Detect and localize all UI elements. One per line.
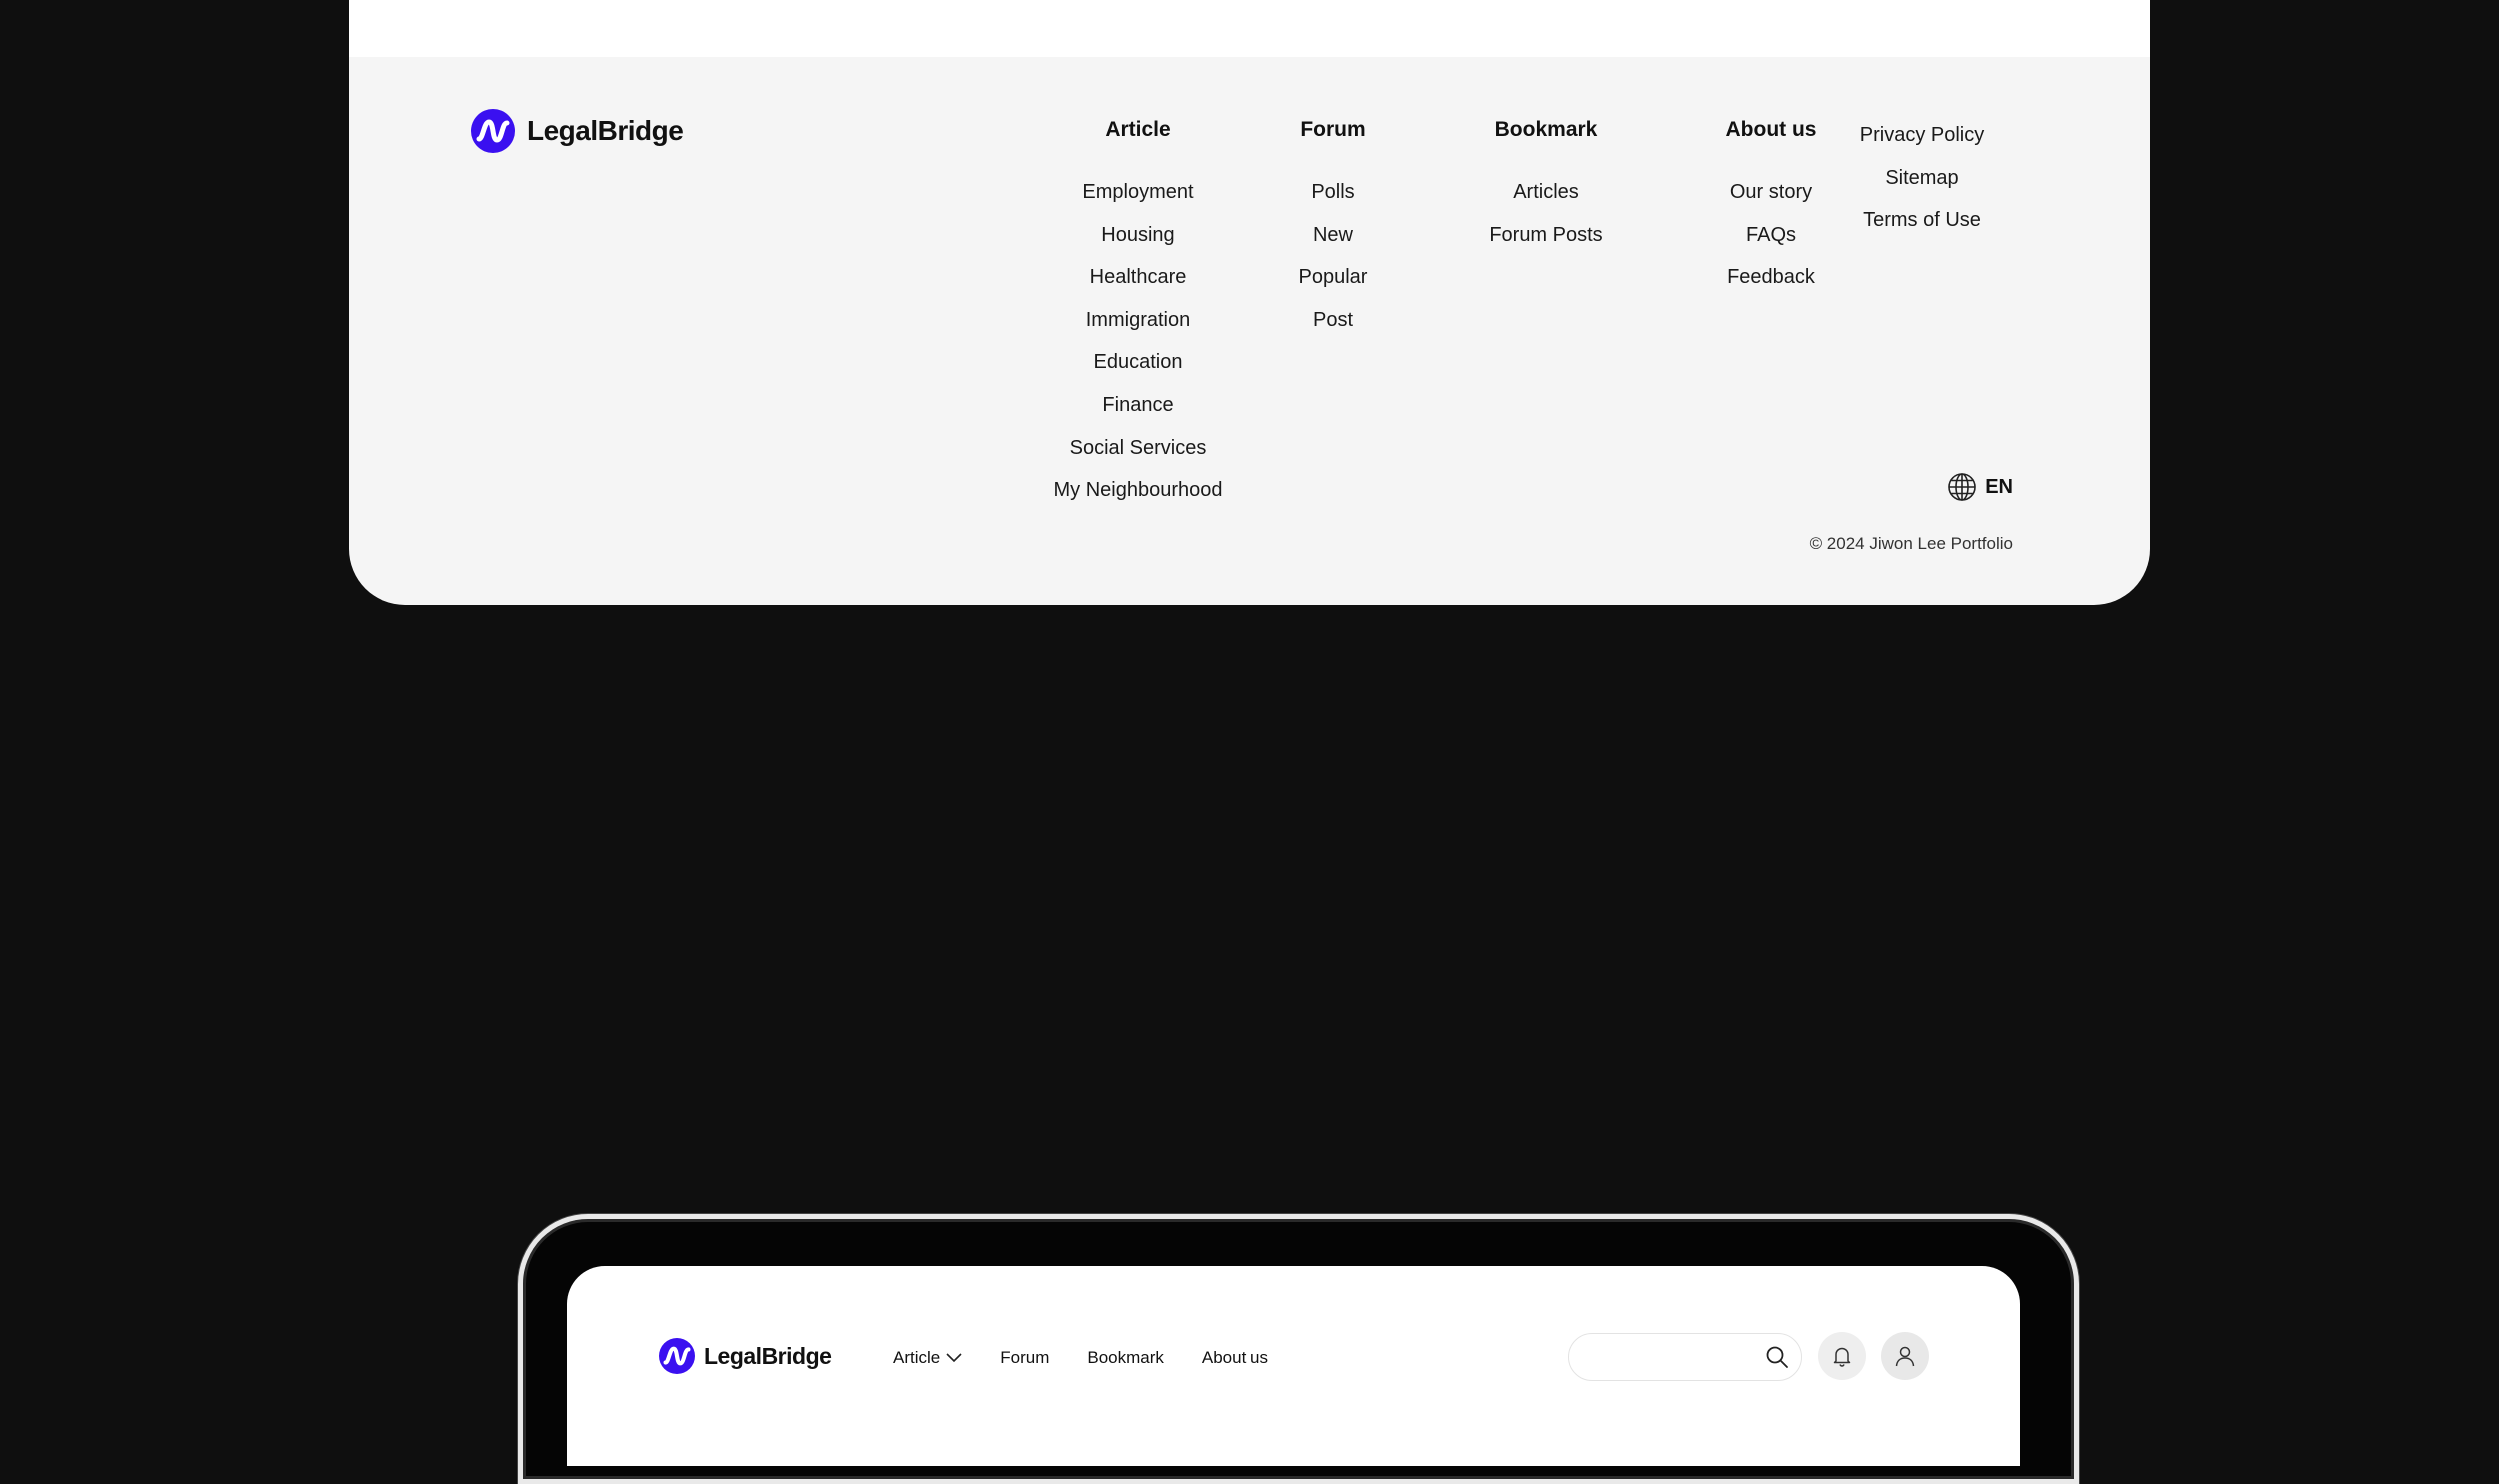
nav-item-forum[interactable]: Forum (1000, 1348, 1049, 1368)
footer-link-feedback[interactable]: Feedback (1641, 256, 1901, 299)
brand-name: LegalBridge (704, 1342, 832, 1369)
terms-of-use-link[interactable]: Terms of Use (1822, 199, 2022, 242)
footer-link-finance[interactable]: Finance (1008, 384, 1267, 427)
globe-icon (1948, 473, 1977, 501)
nav-item-label: Article (893, 1348, 941, 1367)
main-nav: Article Forum Bookmark About us (893, 1348, 1268, 1368)
search-input[interactable] (1587, 1344, 1761, 1372)
profile-button[interactable] (1881, 1332, 1929, 1380)
footer-link-popular[interactable]: Popular (1204, 256, 1463, 299)
page-content-edge (349, 0, 2150, 57)
sitemap-link[interactable]: Sitemap (1822, 157, 2022, 200)
footer-link-social-services[interactable]: Social Services (1008, 427, 1267, 470)
footer-link-my-neighbourhood[interactable]: My Neighbourhood (1008, 469, 1267, 512)
footer-link-forum-posts[interactable]: Forum Posts (1416, 214, 1676, 257)
language-selector[interactable]: EN (1947, 472, 2013, 502)
brand-name: LegalBridge (527, 115, 684, 146)
footer-link-education[interactable]: Education (1008, 341, 1267, 384)
footer-column-title: Bookmark (1494, 118, 1598, 141)
language-code: EN (1985, 475, 2013, 498)
nav-item-about-us[interactable]: About us (1202, 1348, 1268, 1368)
user-icon (1895, 1346, 1915, 1367)
copyright-text: © 2024 Jiwon Lee Portfolio (1809, 534, 2013, 553)
site-footer: LegalBridge Article Employment Housing H… (349, 0, 2150, 605)
bell-icon (1833, 1347, 1851, 1367)
footer-brand[interactable]: LegalBridge (471, 109, 684, 153)
nav-item-bookmark[interactable]: Bookmark (1087, 1348, 1164, 1368)
logo-wave-icon (471, 109, 515, 153)
footer-column-bookmark: Bookmark Articles Forum Posts (1416, 116, 1676, 256)
footer-legal-links: Privacy Policy Sitemap Terms of Use (1822, 114, 2022, 242)
privacy-policy-link[interactable]: Privacy Policy (1822, 114, 2022, 157)
nav-item-article[interactable]: Article (893, 1348, 962, 1368)
search-box (1568, 1333, 1802, 1381)
notifications-button[interactable] (1818, 1332, 1866, 1380)
logo-wave-icon (659, 1338, 695, 1374)
chevron-down-icon (946, 1353, 962, 1363)
device-screen: LegalBridge Article Forum Bookmark About… (567, 1266, 2020, 1466)
footer-link-articles[interactable]: Articles (1416, 171, 1676, 214)
header-brand[interactable]: LegalBridge (659, 1338, 832, 1374)
search-icon[interactable] (1765, 1345, 1789, 1369)
footer-link-post[interactable]: Post (1204, 299, 1463, 342)
